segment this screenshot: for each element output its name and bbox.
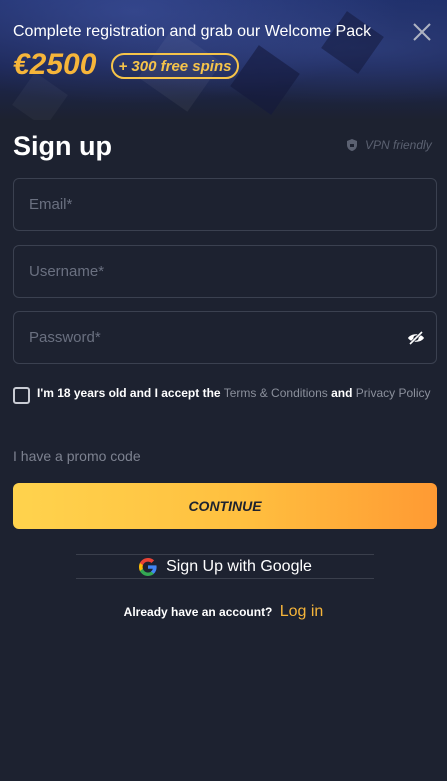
privacy-link[interactable]: Privacy Policy (356, 386, 431, 400)
google-signup-button[interactable]: Sign Up with Google (76, 554, 374, 579)
close-button[interactable] (410, 20, 434, 44)
password-field-wrapper (13, 311, 437, 364)
email-field[interactable] (14, 179, 436, 230)
username-field[interactable] (14, 246, 436, 297)
terms-prefix: I'm 18 years old and I accept the (37, 386, 221, 400)
banner-headline: Complete registration and grab our Welco… (13, 23, 372, 40)
banner-decoration (230, 45, 300, 115)
password-field[interactable] (14, 312, 436, 363)
google-logo-icon (139, 557, 157, 576)
username-field-wrapper (13, 245, 437, 298)
terms-agreement: I'm 18 years old and I accept the Terms … (13, 386, 433, 404)
page-title: Sign up (13, 131, 112, 161)
have-account-text: Already have an account? (123, 605, 273, 619)
continue-button[interactable]: CONTINUE (13, 483, 437, 529)
shield-icon (347, 139, 357, 151)
welcome-banner: Complete registration and grab our Welco… (0, 0, 447, 120)
google-signup-label: Sign Up with Google (166, 557, 312, 575)
password-visibility-toggle[interactable] (406, 329, 426, 347)
terms-text: I'm 18 years old and I accept the Terms … (37, 386, 433, 401)
email-field-wrapper (13, 178, 437, 231)
promo-code-toggle[interactable]: I have a promo code (13, 448, 141, 464)
eye-off-icon (408, 330, 424, 346)
login-prompt: Already have an account? Log in (0, 603, 447, 621)
bonus-amount: €2500 (13, 48, 97, 81)
age-terms-checkbox[interactable] (13, 387, 30, 404)
terms-link[interactable]: Terms & Conditions (224, 386, 328, 400)
login-link[interactable]: Log in (280, 603, 324, 620)
terms-and: and (331, 386, 353, 400)
vpn-label: VPN friendly (365, 138, 432, 152)
free-spins-badge: + 300 free spins (111, 53, 239, 79)
banner-decoration (321, 11, 384, 74)
vpn-friendly-badge: VPN friendly (345, 138, 432, 152)
close-icon (413, 23, 431, 41)
